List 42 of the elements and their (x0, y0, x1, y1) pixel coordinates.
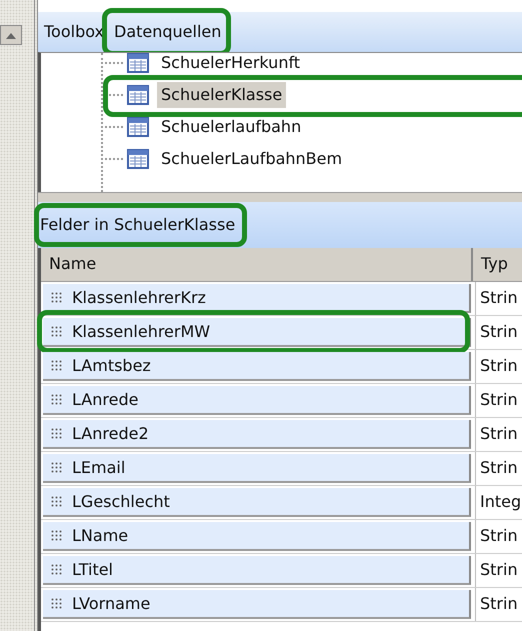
tree-item[interactable]: SchuelerKlasse (157, 82, 286, 108)
grip-icon (51, 462, 62, 473)
field-type: Strin (475, 350, 518, 383)
grip-icon (51, 496, 62, 507)
field-type: Strin (475, 282, 518, 315)
up-arrow-icon (6, 32, 16, 38)
panel-title: Felder in SchuelerKlasse (40, 215, 236, 234)
field-name[interactable]: LGeschlecht (72, 490, 170, 514)
field-type: Strin (475, 520, 518, 553)
table-icon (127, 117, 149, 137)
grip-icon (51, 598, 62, 609)
field-type: Strin (475, 384, 518, 417)
field-name[interactable]: LTitel (72, 558, 113, 582)
field-name[interactable]: LName (72, 524, 128, 548)
tree-item[interactable]: SchuelerLaufbahnBem (157, 146, 346, 172)
field-type: Integ (475, 486, 522, 519)
table-icon (127, 85, 149, 105)
field-type: Strin (475, 418, 518, 451)
grip-icon (51, 428, 62, 439)
field-type: Strin (475, 588, 518, 621)
field-name[interactable]: LAnrede (72, 388, 138, 412)
grip-icon (51, 292, 62, 303)
tree-item[interactable]: SchuelerHerkunft (157, 53, 304, 76)
grip-icon (51, 564, 62, 575)
tab[interactable]: Datenquellen (114, 22, 222, 41)
column-header[interactable]: Name (41, 248, 473, 281)
column-header[interactable]: Typ (473, 248, 516, 281)
grip-icon (51, 530, 62, 541)
table-icon (127, 149, 149, 169)
field-type: Strin (475, 554, 518, 587)
grip-icon (51, 360, 62, 371)
scroll-up-button[interactable] (0, 25, 22, 45)
field-type: Strin (475, 316, 518, 349)
grip-icon (51, 394, 62, 405)
grip-icon (51, 326, 62, 337)
field-name[interactable]: LVorname (72, 592, 150, 616)
field-name[interactable]: LEmail (72, 456, 126, 480)
tree-item[interactable]: Schuelerlaufbahn (157, 114, 306, 140)
field-name[interactable]: LAnrede2 (72, 422, 149, 446)
field-name[interactable]: LAmtsbez (72, 354, 151, 378)
tab[interactable]: Toolbox (44, 22, 104, 41)
field-type: Strin (475, 452, 518, 485)
